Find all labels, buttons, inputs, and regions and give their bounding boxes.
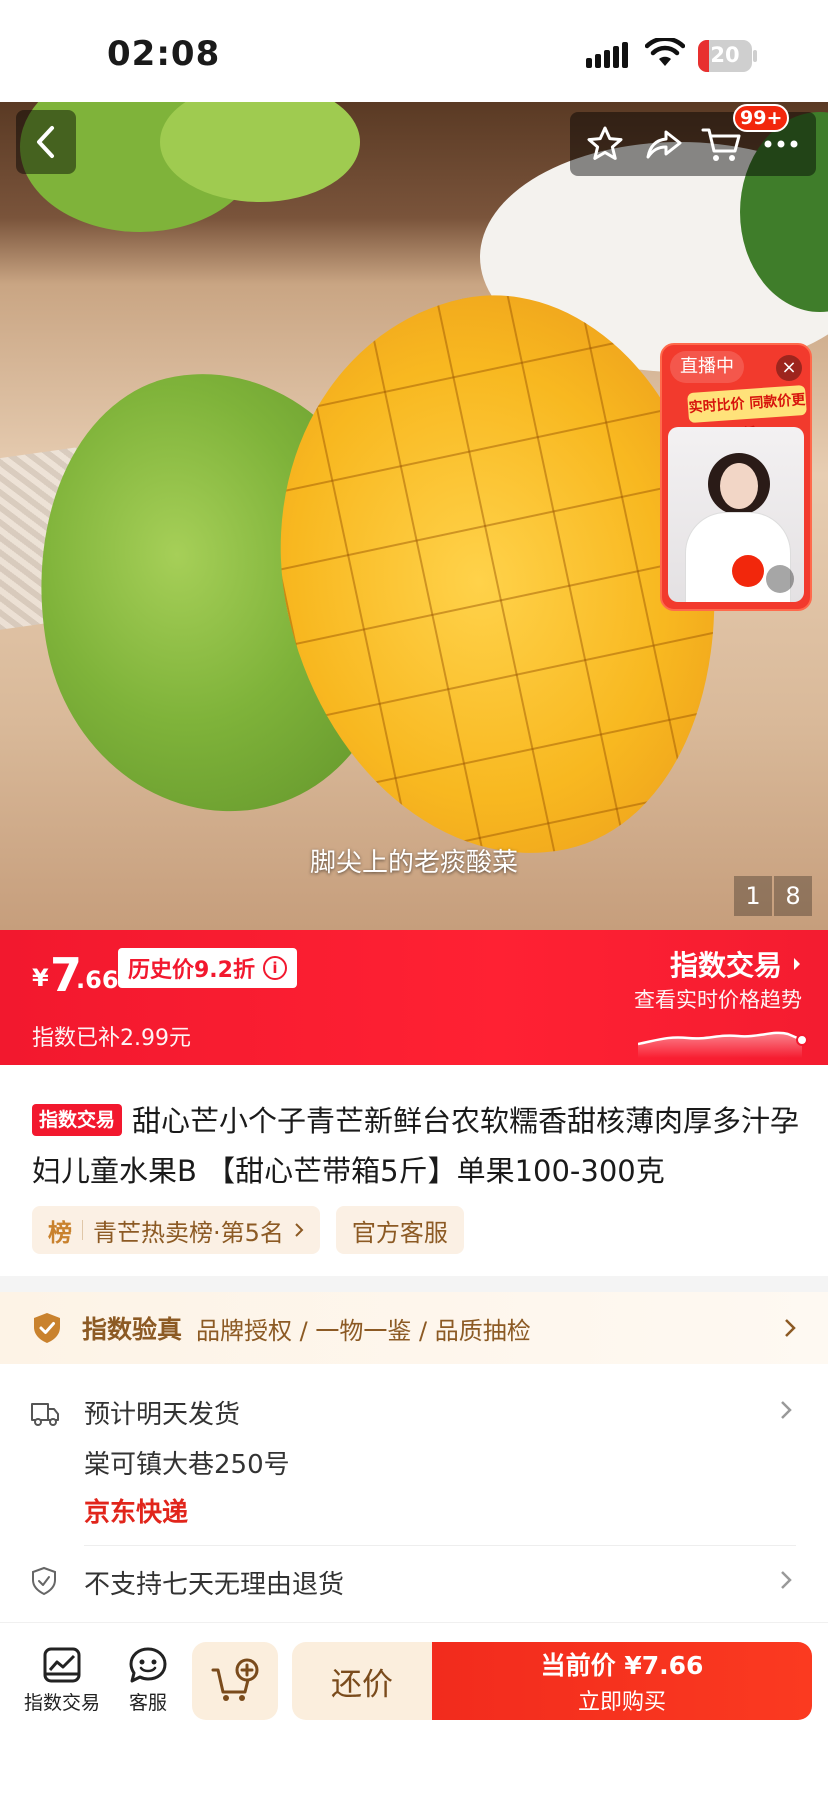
index-trade-title: 指数交易 — [669, 949, 782, 982]
history-price-chip[interactable]: 历史价9.2折 i — [118, 948, 297, 988]
signal-icon — [586, 42, 628, 68]
add-to-cart-button[interactable] — [192, 1642, 278, 1720]
host-face — [720, 463, 758, 509]
chevron-right-icon — [785, 1319, 796, 1337]
mute-icon[interactable] — [766, 565, 794, 593]
shipping-eta[interactable]: 预计明天发货 — [84, 1394, 240, 1431]
customer-service-tab[interactable]: 客服 — [128, 1646, 168, 1715]
history-price-label: 历史价9.2折 — [128, 958, 255, 983]
battery-icon: 20 — [698, 40, 752, 72]
authenticity-row[interactable]: 指数验真 品牌授权 / 一物一鉴 / 品质抽检 — [0, 1292, 828, 1364]
battery-level: 20 — [710, 43, 740, 67]
close-icon[interactable]: × — [776, 355, 802, 381]
favorite-button[interactable] — [580, 119, 630, 169]
star-icon — [587, 126, 623, 160]
buy-now-button[interactable]: 当前价 ¥7.66 立即购买 — [432, 1642, 812, 1720]
shield-icon — [32, 1566, 56, 1596]
info-icon: i — [262, 956, 287, 980]
rank-badge: 榜 — [48, 1218, 72, 1247]
shield-check-icon — [34, 1313, 60, 1343]
share-button[interactable] — [639, 119, 689, 169]
pager-total: 8 — [774, 876, 812, 916]
image-pager: 1 8 — [734, 876, 812, 916]
product-title-block: 指数交易 甜心芒小个子青芒新鲜台农软糯香甜核薄肉厚多汁孕妇儿童水果B 【甜心芒带箱… — [32, 1096, 808, 1196]
wifi-icon — [645, 38, 685, 66]
authenticity-title: 指数验真 — [82, 1315, 183, 1344]
cart-icon — [701, 128, 741, 161]
chart-box-icon — [43, 1647, 81, 1683]
price-decimal: .66 — [76, 966, 119, 994]
chip-separator — [82, 1220, 83, 1240]
cart-plus-icon — [211, 1658, 259, 1701]
buy-price-label: 当前价 ¥7.66 — [540, 1651, 704, 1680]
pager-current: 1 — [734, 876, 772, 916]
buy-now-label: 立即购买 — [577, 1690, 666, 1715]
rank-text: 青芒热卖榜·第5名 — [93, 1218, 284, 1247]
subsidy-text: 指数已补2.99元 — [32, 1026, 191, 1051]
shipping-carrier: 京东快递 — [84, 1498, 189, 1528]
bargain-button[interactable]: 还价 — [292, 1642, 432, 1720]
return-policy[interactable]: 不支持七天无理由退货 — [84, 1564, 344, 1601]
status-bar: 02:08 20 — [0, 0, 828, 102]
back-button[interactable] — [16, 110, 76, 174]
rank-chip[interactable]: 榜 青芒热卖榜·第5名 — [32, 1206, 320, 1254]
shipping-address[interactable]: 棠可镇大巷250号 — [84, 1444, 290, 1481]
more-icon — [764, 140, 798, 148]
chevron-right-icon[interactable] — [780, 1570, 792, 1590]
chat-smile-icon — [129, 1647, 167, 1683]
index-trade-link[interactable]: 指数交易 — [670, 944, 802, 984]
truck-icon — [31, 1403, 59, 1426]
chevron-right-icon[interactable] — [780, 1400, 792, 1420]
index-trade-tag: 指数交易 — [32, 1104, 123, 1136]
mascot-icon — [732, 555, 764, 587]
chevron-left-icon — [37, 126, 54, 158]
index-trade-tab-label: 指数交易 — [24, 1692, 101, 1714]
product-chips: 榜 青芒热卖榜·第5名 官方客服 — [32, 1206, 464, 1254]
image-caption: 脚尖上的老痰酸菜 — [309, 848, 518, 878]
price-trend-sparkline — [638, 1031, 808, 1058]
live-tag: 直播中 — [670, 351, 744, 383]
cart-badge: 99+ — [733, 104, 790, 132]
customer-service-tab-label: 客服 — [128, 1692, 167, 1714]
section-divider — [0, 1276, 828, 1292]
status-time: 02:08 — [107, 34, 221, 74]
service-chip-label: 官方客服 — [351, 1218, 448, 1247]
chevron-right-icon — [295, 1223, 304, 1237]
index-trade-tab[interactable]: 指数交易 — [24, 1646, 100, 1715]
product-title: 甜心芒小个子青芒新鲜台农软糯香甜核薄肉厚多汁孕妇儿童水果B 【甜心芒带箱5斤】单… — [32, 1104, 800, 1188]
share-icon — [646, 130, 682, 159]
index-trade-subtitle[interactable]: 查看实时价格趋势 — [634, 984, 802, 1014]
caret-right-icon — [794, 958, 800, 970]
row-divider — [84, 1545, 796, 1546]
battery-nub — [753, 50, 757, 62]
live-banner: 实时比价 同款价更低 — [687, 384, 807, 442]
currency-symbol: ¥ — [32, 964, 49, 992]
official-service-chip[interactable]: 官方客服 — [335, 1206, 464, 1254]
authenticity-desc: 品牌授权 / 一物一鉴 / 品质抽检 — [196, 1316, 531, 1345]
live-stream-window[interactable]: 直播中 × 实时比价 同款价更低 — [660, 343, 812, 611]
